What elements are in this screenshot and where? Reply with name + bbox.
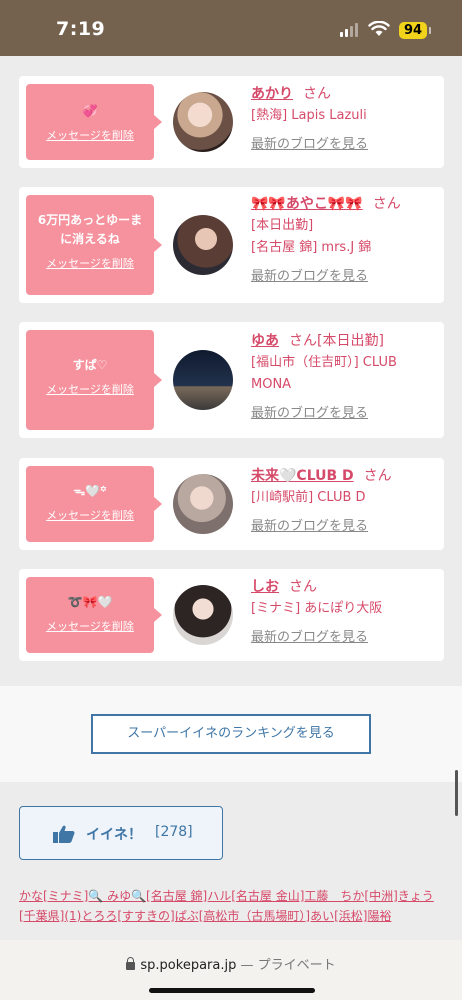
avatar[interactable] <box>173 350 233 410</box>
message-bubble: すぱ♡ メッセージを削除 <box>26 330 162 430</box>
delete-message-link[interactable]: メッセージを削除 <box>26 618 154 634</box>
private-label: — プライベート <box>236 958 336 973</box>
latest-blog-link[interactable]: 最新のブログを見る <box>251 628 441 648</box>
girl-info: ゆあ さん[本日出勤] [福山市（住吉町）] CLUB MONA 最新のブログを見… <box>251 330 441 424</box>
delete-message-link[interactable]: メッセージを削除 <box>26 507 154 523</box>
message-card: 💞 メッセージを削除 あかり さん [熱海] Lapis Lazuli 最新のブロ… <box>19 76 444 168</box>
latest-blog-link[interactable]: 最新のブログを見る <box>251 267 441 287</box>
like-count: [278] <box>155 824 193 840</box>
liked-names-list[interactable]: かな[ミナミ]🔍 みゆ🔍[名古屋 錦]ハル[名古屋 金山]工藤 ちか[中洲]きょ… <box>19 886 444 926</box>
honorific: さん[本日出勤] <box>289 333 384 349</box>
wifi-icon <box>368 21 390 36</box>
latest-blog-link[interactable]: 最新のブログを見る <box>251 404 441 424</box>
shop-line: [ミナミ] あにぽり大阪 <box>251 601 383 616</box>
honorific: さん <box>303 86 331 102</box>
shop-line: [名古屋 錦] mrs.J 錦 <box>251 240 372 255</box>
avatar[interactable] <box>173 215 233 275</box>
like-label: イイネ！ <box>86 827 142 843</box>
honorific: さん <box>289 579 317 595</box>
url-domain: sp.pokepara.jp <box>140 958 237 973</box>
message-card: ᯓ🤍꙳ メッセージを削除 未来🤍CLUB D さん [川崎駅前] CLUB D 最… <box>19 458 444 550</box>
message-card: ➰🎀🤍 メッセージを削除 しお さん [ミナミ] あにぽり大阪 最新のブログを見る <box>19 569 444 661</box>
page-content: 💞 メッセージを削除 あかり さん [熱海] Lapis Lazuli 最新のブロ… <box>0 56 462 940</box>
honorific: さん <box>363 468 392 484</box>
girl-info: 🎀🎀あやこ🎀🎀 さん [本日出勤] [名古屋 錦] mrs.J 錦 最新のブログを… <box>251 193 441 287</box>
message-text: 💞 <box>82 104 98 118</box>
girl-info: 未来🤍CLUB D さん [川崎駅前] CLUB D 最新のブログを見る <box>251 465 441 537</box>
delete-message-link[interactable]: メッセージを削除 <box>26 127 154 143</box>
shop-line: [熱海] Lapis Lazuli <box>251 108 367 123</box>
message-bubble: ➰🎀🤍 メッセージを削除 <box>26 577 162 653</box>
message-bubble: ᯓ🤍꙳ メッセージを削除 <box>26 466 162 542</box>
girl-name-link[interactable]: しお <box>251 579 279 595</box>
ranking-button[interactable]: スーパーイイネのランキングを見る <box>91 714 371 754</box>
ranking-section: スーパーイイネのランキングを見る <box>0 686 462 782</box>
message-text: すぱ♡ <box>72 358 108 372</box>
like-button[interactable]: イイネ！ [278] <box>19 806 223 860</box>
message-text: ᯓ🤍꙳ <box>73 484 107 498</box>
honorific: さん <box>372 196 401 212</box>
girl-name-link[interactable]: 未来🤍CLUB D <box>251 468 354 484</box>
lock-icon <box>126 957 136 970</box>
thumbs-up-icon <box>53 825 75 843</box>
delete-message-link[interactable]: メッセージを削除 <box>26 255 154 271</box>
shop-line: [本日出勤] <box>251 218 314 233</box>
message-bubble: 💞 メッセージを削除 <box>26 84 162 160</box>
home-indicator <box>149 988 315 993</box>
message-bubble: 6万円あっとゆーまに消えるね メッセージを削除 <box>26 195 162 295</box>
girl-name-link[interactable]: ゆあ <box>251 333 279 349</box>
shop-line: [川崎駅前] CLUB D <box>251 490 366 505</box>
like-section: イイネ！ [278] かな[ミナミ]🔍 みゆ🔍[名古屋 錦]ハル[名古屋 金山]… <box>0 782 462 940</box>
girl-info: あかり さん [熱海] Lapis Lazuli 最新のブログを見る <box>251 83 441 155</box>
avatar[interactable] <box>173 474 233 534</box>
message-text: 6万円あっとゆーまに消えるね <box>37 213 143 246</box>
cellular-signal-icon <box>340 23 358 37</box>
message-card: すぱ♡ メッセージを削除 ゆあ さん[本日出勤] [福山市（住吉町）] CLUB … <box>19 322 444 438</box>
delete-message-link[interactable]: メッセージを削除 <box>26 381 154 397</box>
girl-info: しお さん [ミナミ] あにぽり大阪 最新のブログを見る <box>251 576 441 648</box>
battery-tip <box>429 27 431 34</box>
battery-icon: 94 <box>399 22 427 39</box>
shop-line: [福山市（住吉町）] CLUB MONA <box>251 355 397 392</box>
latest-blog-link[interactable]: 最新のブログを見る <box>251 135 441 155</box>
scrollbar[interactable] <box>455 770 458 816</box>
girl-name-link[interactable]: あかり <box>251 86 293 102</box>
avatar[interactable] <box>173 585 233 645</box>
status-bar: 7:19 94 <box>0 0 462 56</box>
message-text: ➰🎀🤍 <box>67 595 113 609</box>
message-card: 6万円あっとゆーまに消えるね メッセージを削除 🎀🎀あやこ🎀🎀 さん [本日出勤]… <box>19 187 444 303</box>
girl-name-link[interactable]: 🎀🎀あやこ🎀🎀 <box>251 196 363 212</box>
avatar[interactable] <box>173 92 233 152</box>
status-time: 7:19 <box>56 18 106 40</box>
latest-blog-link[interactable]: 最新のブログを見る <box>251 517 441 537</box>
